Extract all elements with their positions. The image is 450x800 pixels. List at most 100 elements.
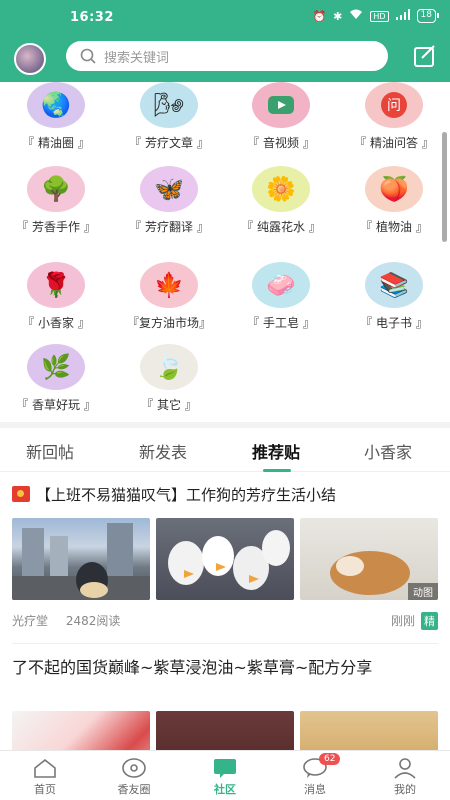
category-essential-oil-circle[interactable]: 🌏 『 精油圈 』 <box>0 82 112 151</box>
top-header: 16:32 ⏰ ✱ HD 18 搜索关键词 <box>0 0 450 82</box>
category-label: 『 电子书 』 <box>360 316 428 330</box>
category-herb-fun[interactable]: 🌿 『 香草好玩 』 <box>0 344 112 413</box>
qa-icon: 问 <box>365 82 423 128</box>
nav-label: 消息 <box>304 783 326 796</box>
gif-badge: 动图 <box>408 583 438 600</box>
nav-community[interactable]: 社区 <box>195 757 255 797</box>
video-icon <box>252 82 310 128</box>
category-label: 『 芳香手作 』 <box>16 220 96 234</box>
category-hydrosol[interactable]: 🌼 『 纯露花水 』 <box>225 166 337 235</box>
category-label: 『 精油问答 』 <box>354 136 434 150</box>
tab-new-posts[interactable]: 新发表 <box>139 439 187 463</box>
category-aroma-translation[interactable]: 🦋 『 芳疗翻译 』 <box>113 166 225 235</box>
post-meta-right: 刚刚精 <box>391 612 438 630</box>
post-title-text: 【上班不易猫猫叹气】工作狗的芳疗生活小结 <box>36 486 337 504</box>
nav-friends-circle[interactable]: 香友圈 <box>104 757 164 797</box>
nav-label: 社区 <box>214 783 236 796</box>
category-label: 『 芳疗文章 』 <box>129 136 209 150</box>
category-xiaoxiangjia[interactable]: 🌹 『 小香家 』 <box>0 262 112 331</box>
soap-icon: 🧼 <box>252 262 310 308</box>
compose-icon[interactable] <box>412 43 438 69</box>
signal-icon <box>395 9 410 23</box>
search-placeholder: 搜索关键词 <box>104 50 170 66</box>
nav-label: 首页 <box>34 783 56 796</box>
hd-icon: HD <box>370 10 389 22</box>
category-plant-oil[interactable]: 🍑 『 植物油 』 <box>338 166 450 235</box>
category-blend-market[interactable]: 🍁 『复方油市场』 <box>113 262 225 331</box>
category-grid: 🌏 『 精油圈 』 🌬 『 芳疗文章 』 『 音视频 』 问 『 精油问答 』 … <box>0 82 450 422</box>
nav-home[interactable]: 首页 <box>15 757 75 797</box>
unread-badge: 62 <box>319 753 341 765</box>
tab-recommended[interactable]: 推荐贴 <box>252 439 300 463</box>
category-handmade-soap[interactable]: 🧼 『 手工皂 』 <box>225 262 337 331</box>
avatar[interactable] <box>14 43 46 75</box>
category-label: 『 小香家 』 <box>22 316 90 330</box>
wifi-icon <box>349 9 363 23</box>
post-image[interactable] <box>156 518 294 600</box>
post-image[interactable]: 动图 <box>300 518 438 600</box>
post-reads: 2482阅读 <box>65 614 121 628</box>
category-aroma-handmade[interactable]: 🌳 『 芳香手作 』 <box>0 166 112 235</box>
featured-badge: 精 <box>421 612 438 630</box>
svg-text:问: 问 <box>387 98 401 114</box>
leaf-icon: 🍃 <box>140 344 198 390</box>
category-oil-qa[interactable]: 问 『 精油问答 』 <box>338 82 450 151</box>
tab-xiaoxiangjia[interactable]: 小香家 <box>364 439 412 463</box>
tab-new-replies[interactable]: 新回帖 <box>26 439 74 463</box>
active-tab-indicator <box>263 469 291 472</box>
maple-leaf-icon: 🍁 <box>140 262 198 308</box>
category-audio-video[interactable]: 『 音视频 』 <box>225 82 337 151</box>
battery-icon: 18 <box>416 9 440 23</box>
post-divider <box>12 643 438 644</box>
search-icon <box>80 48 96 64</box>
windmill-icon: 🌬 <box>140 82 198 128</box>
books-icon: 📚 <box>365 262 423 308</box>
category-other[interactable]: 🍃 『 其它 』 <box>113 344 225 413</box>
post-time: 刚刚 <box>390 614 415 628</box>
alarm-icon: ⏰ <box>312 9 327 23</box>
flower-icon: 🌼 <box>252 166 310 212</box>
category-label: 『复方油市场』 <box>126 316 211 330</box>
category-label: 『 手工皂 』 <box>247 316 315 330</box>
community-icon <box>214 759 236 778</box>
status-bar: 16:32 ⏰ ✱ HD 18 <box>0 0 450 36</box>
post-images: 动图 <box>12 518 438 600</box>
rose-icon: 🌹 <box>27 262 85 308</box>
category-aroma-articles[interactable]: 🌬 『 芳疗文章 』 <box>113 82 225 151</box>
status-time: 16:32 <box>70 10 114 25</box>
post-card[interactable]: 【上班不易猫猫叹气】工作狗的芳疗生活小结 动图 光疗堂 2482阅读 刚刚 精 <box>12 484 438 634</box>
circle-eye-icon <box>122 758 146 778</box>
peach-icon: 🍑 <box>365 166 423 212</box>
category-ebooks[interactable]: 📚 『 电子书 』 <box>338 262 450 331</box>
nav-me[interactable]: 我的 <box>375 757 435 797</box>
category-label: 『 纯露花水 』 <box>241 220 321 234</box>
nav-label: 香友圈 <box>117 783 151 796</box>
nav-label: 我的 <box>394 783 416 796</box>
globe-icon: 🌏 <box>27 82 85 128</box>
post-meta: 光疗堂 2482阅读 <box>12 612 120 629</box>
bottom-nav: 首页 香友圈 社区 消息 62 我的 <box>0 750 450 800</box>
scrollbar[interactable] <box>442 132 447 242</box>
category-label: 『 香草好玩 』 <box>16 398 96 412</box>
category-label: 『 芳疗翻译 』 <box>129 220 209 234</box>
category-label: 『 精油圈 』 <box>22 136 90 150</box>
post-title[interactable]: 了不起的国货巅峰~紫草浸泡油~紫草膏~配方分享 <box>12 656 438 679</box>
category-label: 『 其它 』 <box>141 398 197 412</box>
post-image[interactable] <box>12 518 150 600</box>
category-label: 『 音视频 』 <box>247 136 315 150</box>
feed-tabs: 新回帖 新发表 推荐贴 小香家 <box>0 428 450 472</box>
user-icon <box>394 758 416 779</box>
nav-messages[interactable]: 消息 62 <box>285 753 345 797</box>
butterfly-icon: 🦋 <box>140 166 198 212</box>
status-icons: ⏰ ✱ HD 18 <box>312 9 440 23</box>
search-input[interactable]: 搜索关键词 <box>66 41 388 71</box>
category-label: 『 植物油 』 <box>360 220 428 234</box>
tree-icon: 🌳 <box>27 166 85 212</box>
herb-icon: 🌿 <box>27 344 85 390</box>
post-card[interactable]: 了不起的国货巅峰~紫草浸泡油~紫草膏~配方分享 <box>12 656 438 793</box>
post-title[interactable]: 【上班不易猫猫叹气】工作狗的芳疗生活小结 <box>12 484 438 506</box>
plush-toys-image <box>168 530 290 590</box>
post-author[interactable]: 光疗堂 <box>12 614 48 628</box>
home-icon <box>34 758 56 778</box>
bluetooth-icon: ✱ <box>333 9 343 23</box>
